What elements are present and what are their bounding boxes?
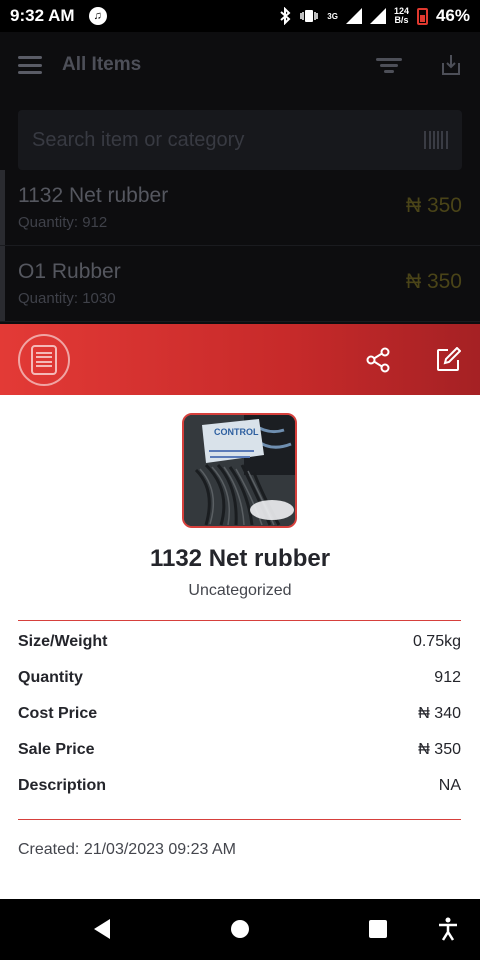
detail-value: ₦ 350 [418, 741, 461, 758]
bluetooth-icon [280, 7, 291, 25]
page-title: All Items [62, 54, 142, 75]
back-triangle-icon [94, 919, 110, 939]
nav-accessibility-button[interactable] [436, 917, 460, 941]
battery-icon [416, 7, 428, 25]
accessibility-icon [439, 917, 457, 941]
detail-label: Sale Price [18, 741, 95, 758]
search-input[interactable] [32, 128, 424, 152]
edit-icon [437, 346, 461, 371]
list-item[interactable]: 1132 Net rubber Quantity: 912 ₦ 350 [0, 170, 480, 246]
edit-button[interactable] [434, 346, 462, 374]
item-detail-sheet: CONTROL 1132 Net rubber Uncategorized Si… [0, 395, 480, 899]
list-item-quantity: Quantity: 912 [18, 214, 108, 231]
detail-value: 912 [434, 669, 461, 686]
search-bar[interactable] [18, 110, 462, 170]
share-button[interactable] [364, 346, 392, 374]
item-photo: CONTROL [184, 415, 295, 526]
net-speed-unit: B/s [394, 15, 409, 25]
menu-icon[interactable] [18, 56, 42, 74]
detail-row-description: Description NA [18, 777, 461, 813]
home-circle-icon [231, 920, 249, 938]
barcode-scan-icon[interactable] [424, 131, 448, 149]
list-item-price: ₦ 350 [405, 194, 462, 217]
detail-label: Description [18, 777, 107, 794]
detail-sheet-header [0, 324, 480, 395]
item-name: 1132 Net rubber [149, 545, 331, 572]
battery-level: 46% [435, 6, 470, 25]
detail-row-quantity: Quantity 912 [18, 669, 461, 705]
vibrate-icon [300, 10, 319, 22]
list-item-name: 1132 Net rubber [18, 184, 169, 207]
list-item-quantity: Quantity: 1030 [18, 290, 116, 307]
nav-recents-button[interactable] [366, 917, 390, 941]
item-photo-label: CONTROL [214, 427, 259, 437]
list-item-price: ₦ 350 [405, 270, 462, 293]
detail-row-cost-price: Cost Price ₦ 340 [18, 705, 461, 741]
recents-square-icon [369, 920, 387, 938]
filter-icon[interactable] [376, 55, 402, 76]
header-actions [364, 346, 462, 374]
music-notification-icon: ♫ [88, 7, 107, 25]
detail-value: ₦ 340 [418, 705, 461, 722]
detail-value: 0.75kg [412, 633, 461, 650]
detail-label: Quantity [18, 669, 83, 686]
signal-icon-1 [345, 8, 362, 24]
status-time: 9:32 AM [10, 6, 75, 25]
app-bar: All Items [0, 32, 480, 98]
detail-label: Cost Price [18, 705, 98, 722]
nav-back-button[interactable] [90, 917, 114, 941]
status-right: 3G 124 B/s 46% [279, 6, 470, 26]
item-category: Uncategorized [188, 582, 292, 599]
status-bar: 9:32 AM ♫ 3G 124 B/s 46% [0, 0, 480, 32]
signal-icon-2 [369, 8, 386, 24]
divider [18, 620, 461, 621]
nav-home-button[interactable] [228, 917, 252, 941]
share-icon [366, 347, 390, 372]
network-type: 3G [327, 11, 338, 21]
detail-label: Size/Weight [18, 633, 108, 650]
item-details: Size/Weight 0.75kg Quantity 912 Cost Pri… [18, 633, 461, 813]
items-screen-background: All Items 1132 Net rubber Quantity: 912 … [0, 32, 480, 324]
created-timestamp: Created: 21/03/2023 09:23 AM [18, 841, 236, 858]
detail-row-sale-price: Sale Price ₦ 350 [18, 741, 461, 777]
system-nav-bar [0, 899, 480, 960]
list-item-name: O1 Rubber [18, 260, 121, 283]
document-list-icon [18, 333, 70, 386]
detail-value: NA [438, 777, 461, 794]
download-icon[interactable] [440, 53, 462, 77]
list-item[interactable]: O1 Rubber Quantity: 1030 ₦ 350 [0, 246, 480, 322]
detail-row-size-weight: Size/Weight 0.75kg [18, 633, 461, 669]
item-image[interactable]: CONTROL [182, 413, 297, 528]
net-speed: 124 B/s [394, 7, 409, 25]
divider [18, 819, 461, 820]
